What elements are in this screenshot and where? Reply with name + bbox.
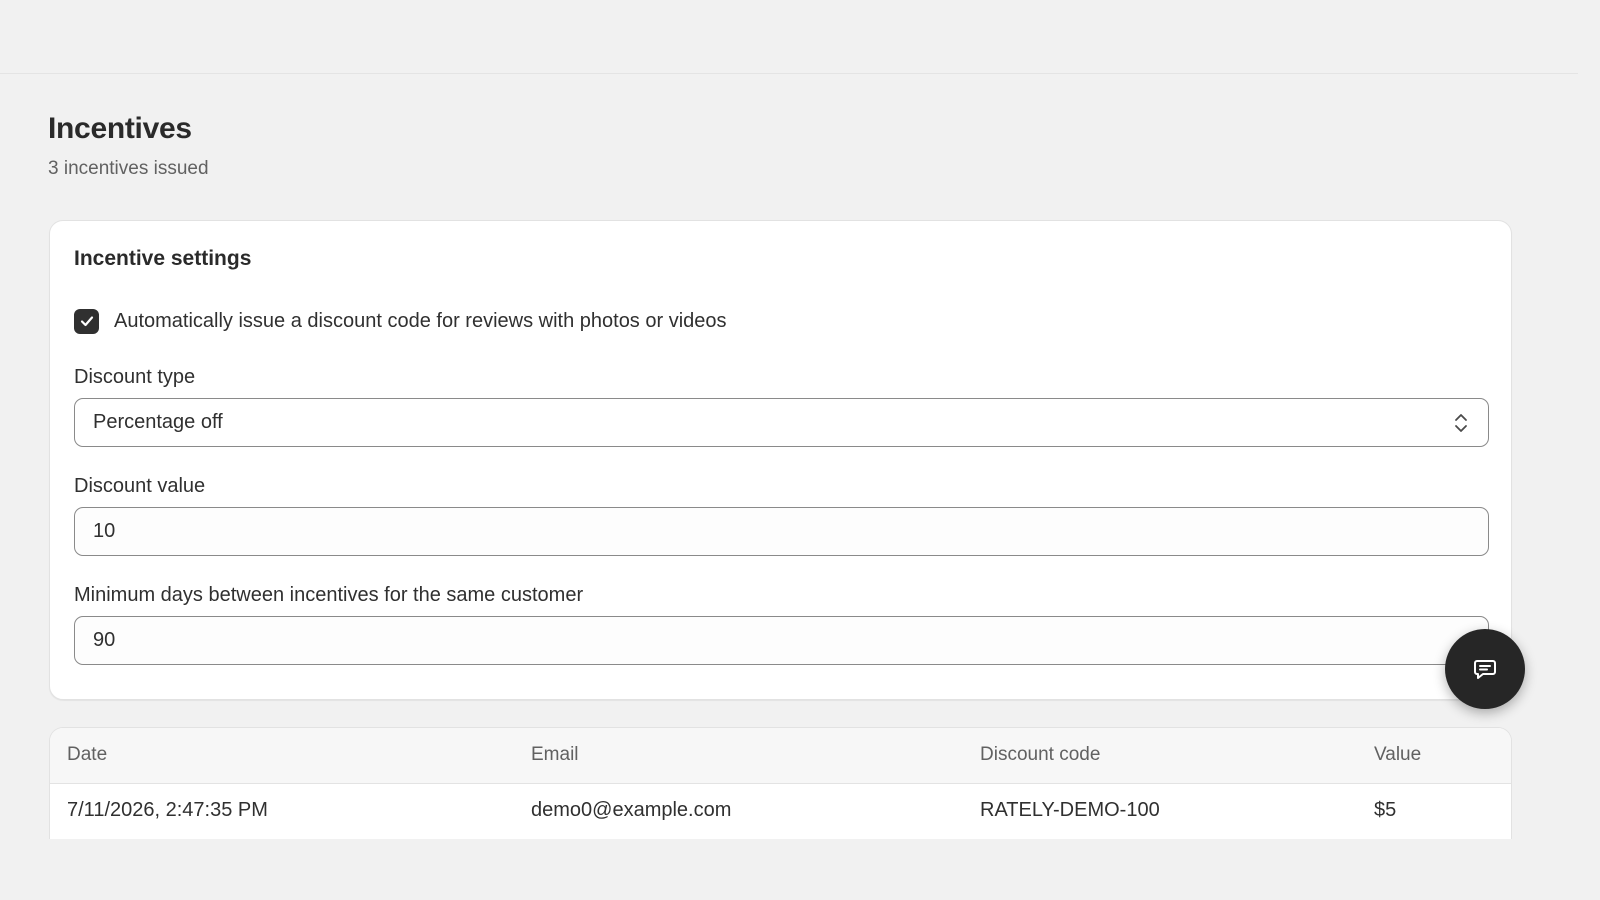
discount-type-select[interactable]: Percentage off [74,398,1489,447]
discount-value-text: 10 [93,520,116,542]
incentive-settings-card: Incentive settings Automatically issue a… [49,220,1512,700]
select-chevron-icon [1455,414,1467,432]
min-days-label: Minimum days between incentives for the … [74,584,584,606]
column-header-email[interactable]: Email [531,744,579,766]
cell-discount-code: RATELY-DEMO-100 [980,799,1160,821]
column-header-value[interactable]: Value [1374,744,1421,766]
column-header-date[interactable]: Date [67,744,107,766]
discount-type-label: Discount type [74,366,196,388]
auto-issue-checkbox-row[interactable]: Automatically issue a discount code for … [74,308,727,334]
page-subtitle: 3 incentives issued [48,158,209,179]
min-days-text: 90 [93,629,116,651]
discount-value-label: Discount value [74,475,206,497]
auto-issue-label: Automatically issue a discount code for … [114,309,727,332]
chat-icon [1474,660,1496,679]
chat-button[interactable] [1445,629,1525,709]
card-title: Incentive settings [74,247,252,270]
discount-type-value: Percentage off [93,411,223,433]
min-days-input[interactable]: 90 [74,616,1489,665]
page-title: Incentives [48,112,192,145]
incentives-table: Date Email Discount code Value 7/11/2026… [49,727,1512,839]
column-header-discount-code[interactable]: Discount code [980,744,1100,766]
cell-date: 7/11/2026, 2:47:35 PM [67,799,268,821]
cell-value: $5 [1374,799,1397,821]
checkmark-icon [80,316,93,327]
top-bar [0,0,1578,74]
table-row[interactable]: 7/11/2026, 2:47:35 PM demo0@example.com … [50,784,1511,839]
discount-value-input[interactable]: 10 [74,507,1489,556]
cell-email: demo0@example.com [531,799,732,821]
table-header: Date Email Discount code Value [50,728,1511,784]
auto-issue-checkbox[interactable] [74,308,99,334]
